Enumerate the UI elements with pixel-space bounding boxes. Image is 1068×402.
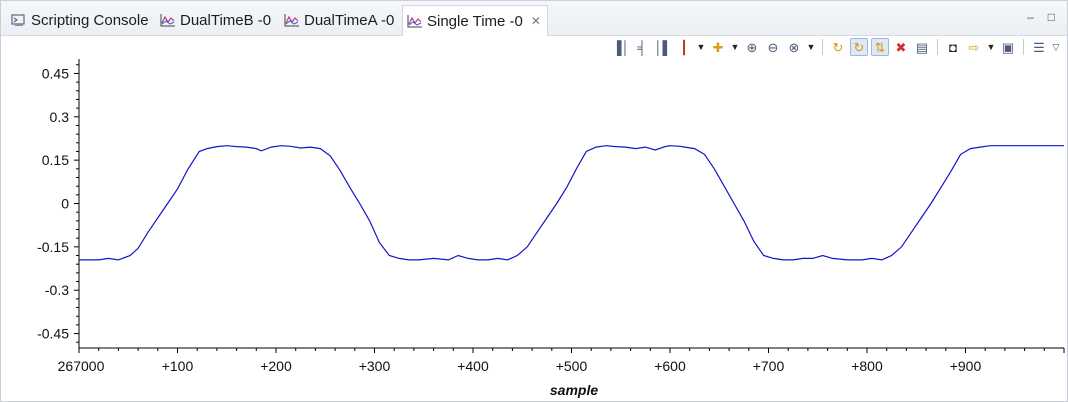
- y-tick-label: -0.45: [37, 326, 69, 342]
- x-axis-title: sample: [550, 382, 598, 398]
- x-tick-label: +600: [654, 358, 686, 374]
- x-tick-label: +700: [753, 358, 785, 374]
- time-domain-plot[interactable]: 0.45 0.3 0.15 0 -0.15 -0.3 -0.45 267000 +100 +20…: [1, 1, 1067, 401]
- y-tick-label: -0.15: [37, 239, 69, 255]
- x-tick-label: +100: [162, 358, 194, 374]
- y-tick-label: 0.3: [50, 109, 70, 125]
- graph-view-panel: Scripting Console DualTimeB -0 DualTimeA…: [0, 0, 1068, 402]
- x-tick-label: +300: [359, 358, 391, 374]
- y-tick-label: 0: [61, 196, 69, 212]
- y-tick-label: 0.15: [42, 152, 69, 168]
- x-tick-label: +200: [260, 358, 292, 374]
- x-tick-label: +900: [950, 358, 982, 374]
- signal-trace: [79, 145, 1064, 261]
- x-tick-label: +400: [457, 358, 489, 374]
- x-tick-label: 267000: [58, 358, 105, 374]
- x-tick-label: +800: [851, 358, 883, 374]
- x-tick-label: +500: [556, 358, 588, 374]
- y-axis: 0.45 0.3 0.15 0 -0.15 -0.3 -0.45: [37, 59, 80, 348]
- y-tick-label: 0.45: [42, 65, 69, 81]
- y-tick-label: -0.3: [45, 282, 69, 298]
- x-axis: 267000 +100 +200 +300 +400 +500 +600 +700 +800 +9…: [58, 347, 1065, 374]
